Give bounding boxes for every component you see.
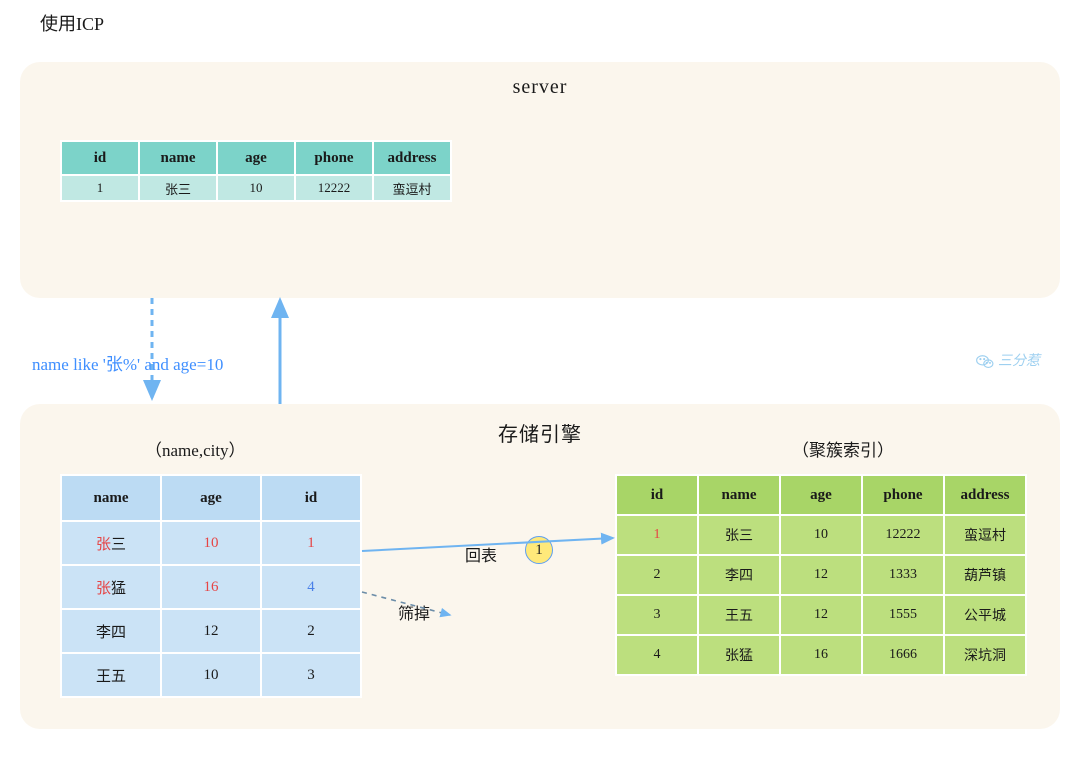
- cell-phone: 1555: [862, 595, 944, 635]
- cell-phone: 12222: [862, 515, 944, 555]
- clustered-index-table: idnameagephoneaddress1张三1012222蛮逗村2李四121…: [615, 474, 1027, 676]
- huibiao-label: 回表: [465, 542, 497, 566]
- col-id: id: [616, 475, 698, 515]
- server-result-table: idnameagephoneaddress1张三1012222蛮逗村: [60, 140, 452, 202]
- table-row: 王五103: [61, 653, 361, 697]
- condition-label: name like '张%' and age=10: [32, 350, 223, 375]
- cell-phone: 1666: [862, 635, 944, 675]
- table-row: 张三101: [61, 521, 361, 565]
- table-row: 1张三1012222蛮逗村: [616, 515, 1026, 555]
- cell: 1: [61, 175, 139, 201]
- col-name: name: [139, 141, 217, 175]
- cell-address: 葫芦镇: [944, 555, 1026, 595]
- cell: 12222: [295, 175, 373, 201]
- cell-id: 1: [616, 515, 698, 555]
- cell-name: 张猛: [61, 565, 161, 609]
- cell-id: 3: [261, 653, 361, 697]
- cell: 张三: [139, 175, 217, 201]
- col-name: name: [698, 475, 780, 515]
- cell-age: 16: [161, 565, 261, 609]
- cell-age: 12: [161, 609, 261, 653]
- server-panel-title: server: [20, 76, 1060, 99]
- cell-age: 16: [780, 635, 862, 675]
- col-name: name: [61, 475, 161, 521]
- cell-name: 张三: [698, 515, 780, 555]
- cell-age: 12: [780, 555, 862, 595]
- col-id: id: [61, 141, 139, 175]
- cell-name: 张三: [61, 521, 161, 565]
- table-row: 张猛164: [61, 565, 361, 609]
- cell: 蛮逗村: [373, 175, 451, 201]
- table-row: 3王五121555公平城: [616, 595, 1026, 635]
- wechat-icon: [975, 352, 995, 372]
- cell-phone: 1333: [862, 555, 944, 595]
- signature: 三分惹: [975, 350, 1041, 372]
- secondary-index-table: nameageid张三101张猛164李四122王五103: [60, 474, 362, 698]
- cell-age: 10: [780, 515, 862, 555]
- cell-name: 王五: [61, 653, 161, 697]
- page-title: 使用ICP: [40, 10, 104, 36]
- table-row: 李四122: [61, 609, 361, 653]
- cell-name: 张猛: [698, 635, 780, 675]
- col-phone: phone: [295, 141, 373, 175]
- cell-id: 4: [616, 635, 698, 675]
- cell-age: 12: [780, 595, 862, 635]
- cell-age: 10: [161, 521, 261, 565]
- col-age: age: [217, 141, 295, 175]
- cell-id: 2: [616, 555, 698, 595]
- table-row: 1张三1012222蛮逗村: [61, 175, 451, 201]
- col-age: age: [780, 475, 862, 515]
- cell-age: 10: [161, 653, 261, 697]
- clustered-index-label: （聚簇索引）: [792, 436, 894, 461]
- cell-id: 3: [616, 595, 698, 635]
- cell-id: 1: [261, 521, 361, 565]
- col-phone: phone: [862, 475, 944, 515]
- shaidiao-label: 筛掉: [398, 600, 430, 624]
- secondary-index-label: （name,city）: [145, 436, 246, 461]
- cell-address: 蛮逗村: [944, 515, 1026, 555]
- cell-id: 2: [261, 609, 361, 653]
- cell-address: 深坑洞: [944, 635, 1026, 675]
- col-id: id: [261, 475, 361, 521]
- cell-name: 李四: [698, 555, 780, 595]
- cell-id: 4: [261, 565, 361, 609]
- cell-name: 王五: [698, 595, 780, 635]
- col-address: address: [373, 141, 451, 175]
- cell-address: 公平城: [944, 595, 1026, 635]
- table-row: 4张猛161666深坑洞: [616, 635, 1026, 675]
- cell: 10: [217, 175, 295, 201]
- step-badge: 1: [525, 536, 553, 564]
- cell-name: 李四: [61, 609, 161, 653]
- col-address: address: [944, 475, 1026, 515]
- signature-text: 三分惹: [998, 354, 1040, 369]
- col-age: age: [161, 475, 261, 521]
- table-row: 2李四121333葫芦镇: [616, 555, 1026, 595]
